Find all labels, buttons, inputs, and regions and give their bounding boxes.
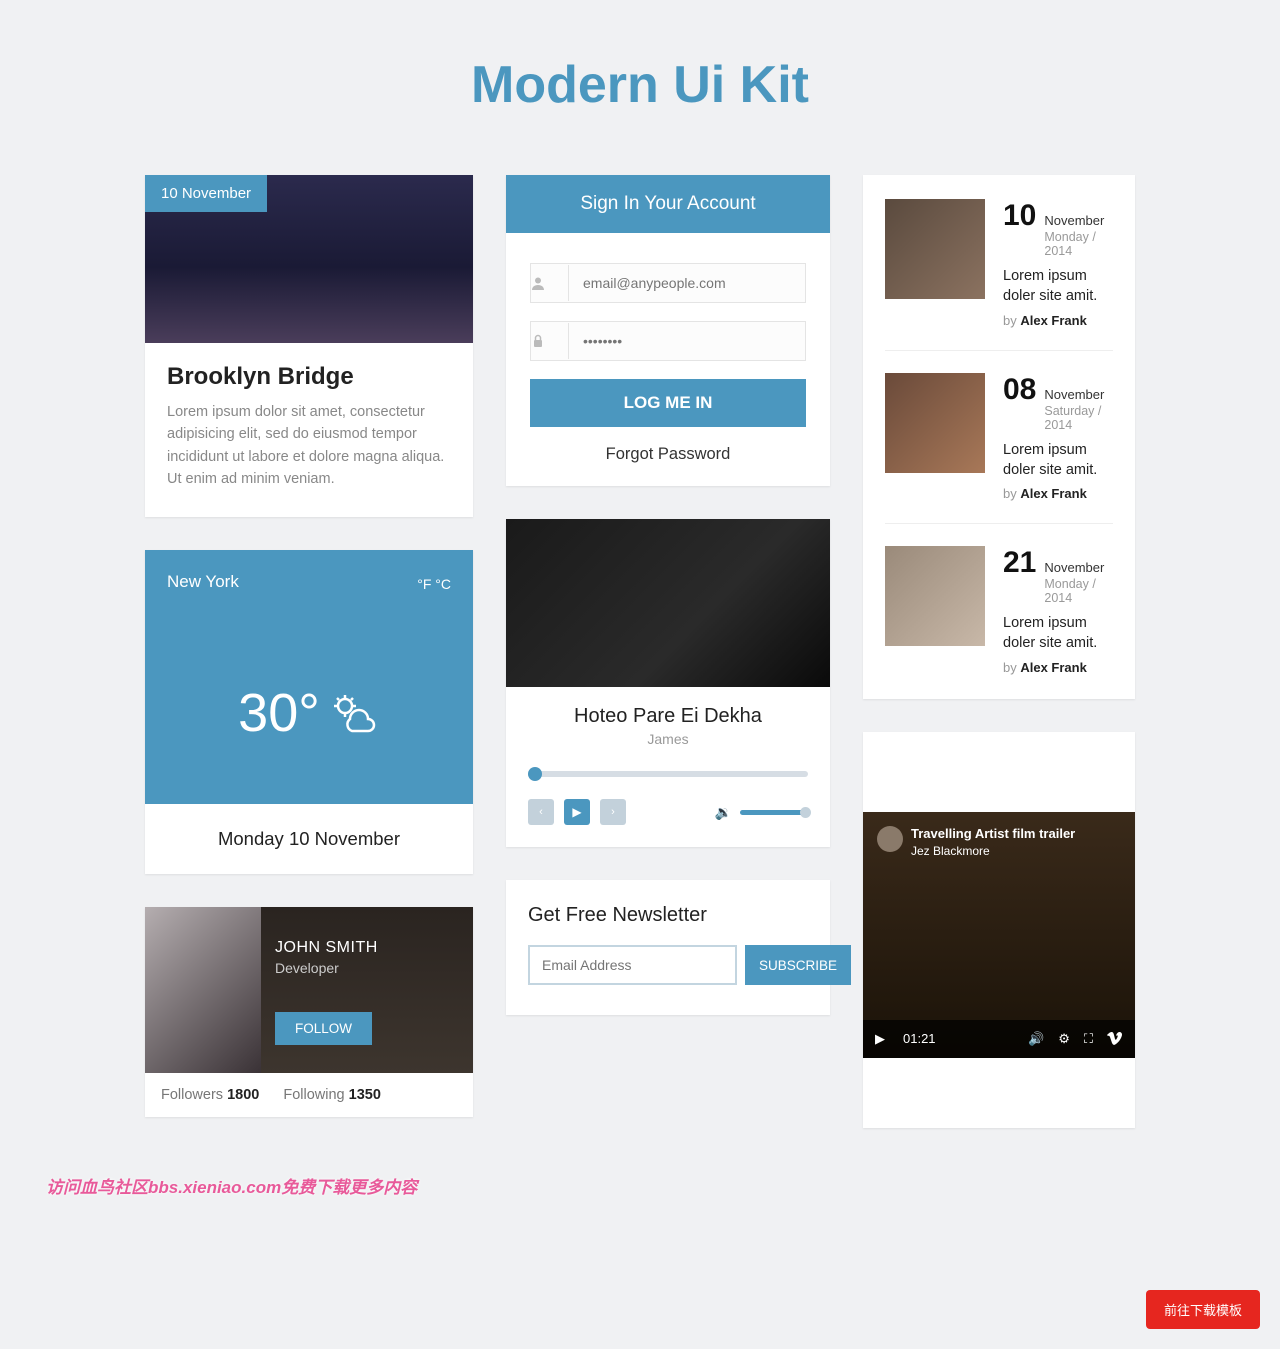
page-title: Modern Ui Kit <box>0 0 1280 175</box>
album-cover <box>506 519 830 687</box>
watermark: 访问血鸟社区bbs.xieniao.com免费下载更多内容 <box>46 1173 417 1198</box>
profile-card: JOHN SMITH Developer FOLLOW Followers 18… <box>145 907 473 1117</box>
signin-card: Sign In Your Account LOG ME IN Forgot Pa… <box>506 175 830 486</box>
next-button[interactable]: › <box>600 799 626 825</box>
track-title: Hoteo Pare Ei Dekha <box>528 705 808 728</box>
video-card: Travelling Artist film trailer Jez Black… <box>863 732 1135 1128</box>
track-artist: James <box>528 731 808 747</box>
video-title: Travelling Artist film trailer <box>911 826 1075 841</box>
article-image: 10 November <box>145 175 473 343</box>
weather-date: Monday 10 November <box>145 804 473 874</box>
avatar <box>145 907 261 1073</box>
progress-bar[interactable] <box>528 771 808 777</box>
post-item[interactable]: 21NovemberMonday / 2014 Lorem ipsum dole… <box>885 524 1113 675</box>
weather-units[interactable]: °F °C <box>417 576 451 592</box>
lock-icon <box>531 323 569 359</box>
sun-cloud-icon <box>330 693 380 733</box>
volume-icon: 🔉 <box>715 804 732 821</box>
post-item[interactable]: 10NovemberMonday / 2014 Lorem ipsum dole… <box>885 199 1113 351</box>
article-text: Lorem ipsum dolor sit amet, consectetur … <box>167 401 451 491</box>
follow-button[interactable]: FOLLOW <box>275 1012 372 1045</box>
login-button[interactable]: LOG ME IN <box>530 379 806 427</box>
video-avatar <box>877 826 903 852</box>
post-author: by Alex Frank <box>1003 486 1113 501</box>
play-icon[interactable]: ▶ <box>875 1031 885 1047</box>
download-button[interactable]: 前往下载模板 <box>1146 1290 1260 1329</box>
newsletter-card: Get Free Newsletter SUBSCRIBE <box>506 880 830 1015</box>
play-button[interactable]: ▶ <box>564 799 590 825</box>
weather-temp: 30° <box>238 682 320 744</box>
post-item[interactable]: 08NovemberSaturday / 2014 Lorem ipsum do… <box>885 351 1113 525</box>
email-field[interactable] <box>569 264 805 302</box>
video-author: Jez Blackmore <box>911 844 990 858</box>
video-player[interactable]: Travelling Artist film trailer Jez Black… <box>863 812 1135 1058</box>
weather-card: New York °F °C 30° Monday 10 November <box>145 550 473 874</box>
vimeo-icon[interactable] <box>1107 1032 1123 1046</box>
post-thumb <box>885 199 985 299</box>
password-field-wrap <box>530 321 806 361</box>
post-author: by Alex Frank <box>1003 660 1113 675</box>
forgot-password-link[interactable]: Forgot Password <box>530 445 806 464</box>
prev-button[interactable]: ‹ <box>528 799 554 825</box>
weather-city: New York <box>167 572 451 592</box>
signin-title: Sign In Your Account <box>506 175 830 233</box>
volume-icon[interactable]: 🔊 <box>1028 1031 1044 1047</box>
post-thumb <box>885 546 985 646</box>
post-thumb <box>885 373 985 473</box>
email-field-wrap <box>530 263 806 303</box>
article-heading: Brooklyn Bridge <box>167 363 451 391</box>
posts-card: 10NovemberMonday / 2014 Lorem ipsum dole… <box>863 175 1135 699</box>
article-card: 10 November Brooklyn Bridge Lorem ipsum … <box>145 175 473 517</box>
password-field[interactable] <box>569 322 805 360</box>
video-time: 01:21 <box>903 1031 936 1046</box>
profile-name: JOHN SMITH <box>275 939 459 957</box>
settings-icon[interactable]: ⚙ <box>1058 1031 1070 1047</box>
post-author: by Alex Frank <box>1003 313 1113 328</box>
following-stat: Following 1350 <box>283 1087 381 1103</box>
subscribe-button[interactable]: SUBSCRIBE <box>745 945 851 985</box>
volume-slider[interactable] <box>740 810 808 815</box>
user-icon <box>531 265 569 301</box>
fullscreen-icon[interactable]: ⛶ <box>1084 1031 1093 1047</box>
followers-stat: Followers 1800 <box>161 1087 259 1103</box>
music-player-card: Hoteo Pare Ei Dekha James ‹ ▶ › 🔉 <box>506 519 830 847</box>
profile-role: Developer <box>275 960 459 976</box>
newsletter-title: Get Free Newsletter <box>528 904 808 927</box>
date-badge: 10 November <box>145 175 267 212</box>
newsletter-email-field[interactable] <box>528 945 737 985</box>
